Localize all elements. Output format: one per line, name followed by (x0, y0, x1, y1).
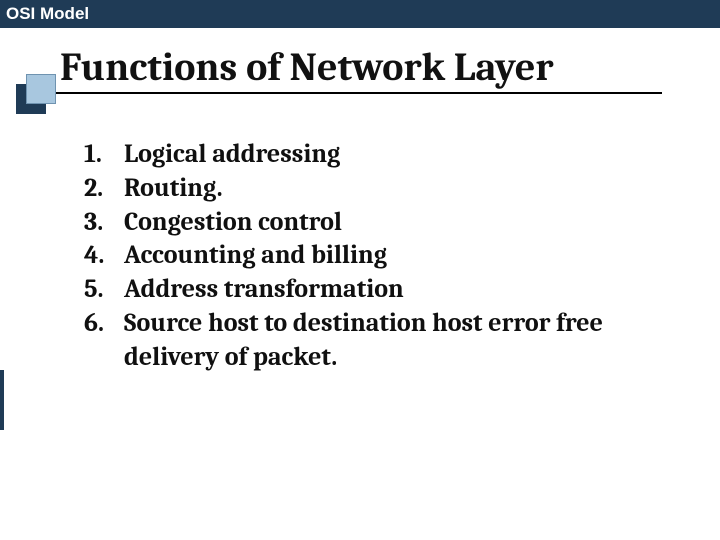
content-list: 1. Logical addressing 2. Routing. 3. Con… (0, 138, 720, 375)
list-item: 4. Accounting and billing (84, 239, 672, 273)
list-text: Address transformation (124, 273, 672, 307)
title-underline (36, 92, 662, 94)
header-title: OSI Model (6, 4, 89, 24)
list-text: Routing. (124, 172, 672, 206)
list-number: 6. (84, 307, 124, 341)
title-area: Functions of Network Layer (0, 44, 720, 92)
list-text: Congestion control (124, 206, 672, 240)
decor-square-front (26, 74, 56, 104)
side-mark (0, 370, 4, 430)
list-item: 5. Address transformation (84, 273, 672, 307)
list-item: 2. Routing. (84, 172, 672, 206)
list-number: 3. (84, 206, 124, 240)
list-text: Source host to destination host error fr… (124, 307, 672, 375)
header-bar: OSI Model (0, 0, 720, 28)
list-text: Logical addressing (124, 138, 672, 172)
list-number: 5. (84, 273, 124, 307)
list-number: 2. (84, 172, 124, 206)
list-item: 6. Source host to destination host error… (84, 307, 672, 375)
list-item: 3. Congestion control (84, 206, 672, 240)
list-text: Accounting and billing (124, 239, 672, 273)
slide-title: Functions of Network Layer (60, 44, 720, 92)
list-number: 1. (84, 138, 124, 172)
list-item: 1. Logical addressing (84, 138, 672, 172)
list-number: 4. (84, 239, 124, 273)
